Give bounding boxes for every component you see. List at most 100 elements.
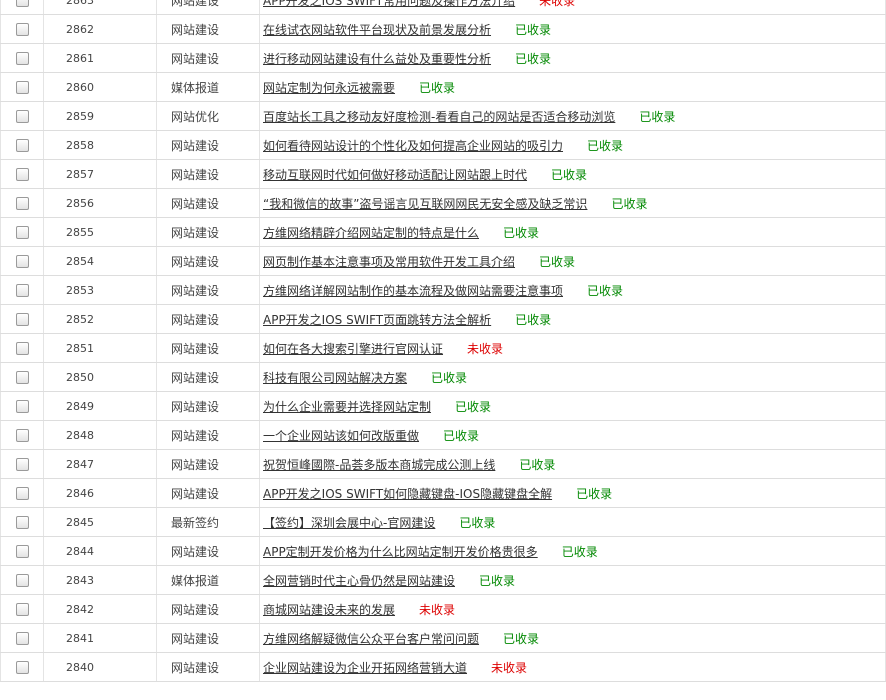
article-category: 网站建设 xyxy=(156,652,260,682)
row-checkbox[interactable] xyxy=(15,458,29,471)
index-status-badge: 已收录 xyxy=(503,631,540,646)
article-category: 网站建设 xyxy=(156,14,260,44)
table-row: 2861 网站建设 进行移动网站建设有什么益处及重要性分析 已收录 xyxy=(0,43,886,73)
title-cell: 方维网络解疑微信公众平台客户常问问题 已收录 xyxy=(259,623,886,653)
article-category: 网站建设 xyxy=(156,594,260,624)
title-cell: 祝贺恒峰國際-品荟多版本商城完成公测上线 已收录 xyxy=(259,449,886,479)
row-checkbox[interactable] xyxy=(15,632,29,645)
article-title-link[interactable]: 网站定制为何永远被需要 xyxy=(263,81,395,95)
article-category: 网站建设 xyxy=(156,159,260,189)
row-checkbox[interactable] xyxy=(15,0,29,7)
articles-table-body: 2863 网站建设 APP开发之IOS SWIFT常用问题及操作方法介绍 未收录 286… xyxy=(0,0,886,682)
row-checkbox[interactable] xyxy=(15,81,29,94)
article-id: 2847 xyxy=(43,449,157,479)
article-title-link[interactable]: APP定制开发价格为什么比网站定制开发价格贵很多 xyxy=(263,545,538,559)
title-cell: 网站定制为何永远被需要 已收录 xyxy=(259,72,886,102)
article-id: 2845 xyxy=(43,507,157,537)
row-checkbox[interactable] xyxy=(15,400,29,413)
title-cell: 【签约】深圳会展中心-官网建设 已收录 xyxy=(259,507,886,537)
index-status-badge: 已收录 xyxy=(587,138,624,153)
article-id: 2855 xyxy=(43,217,157,247)
row-checkbox[interactable] xyxy=(15,574,29,587)
article-id: 2841 xyxy=(43,623,157,653)
row-checkbox[interactable] xyxy=(15,516,29,529)
table-row: 2857 网站建设 移动互联网时代如何做好移动适配让网站跟上时代 已收录 xyxy=(0,159,886,189)
title-cell: APP开发之IOS SWIFT如何隐藏键盘-IOS隐藏键盘全解 已收录 xyxy=(259,478,886,508)
article-title-link[interactable]: 【签约】深圳会展中心-官网建设 xyxy=(263,516,435,530)
article-title-link[interactable]: 百度站长工具之移动友好度检测-看看自己的网站是否适合移动浏览 xyxy=(263,110,615,124)
article-category: 网站建设 xyxy=(156,391,260,421)
row-checkbox[interactable] xyxy=(15,23,29,36)
row-checkbox[interactable] xyxy=(15,255,29,268)
select-cell xyxy=(0,14,44,44)
article-id: 2844 xyxy=(43,536,157,566)
row-checkbox[interactable] xyxy=(15,371,29,384)
article-title-link[interactable]: 网页制作基本注意事项及常用软件开发工具介绍 xyxy=(263,255,515,269)
article-title-link[interactable]: 移动互联网时代如何做好移动适配让网站跟上时代 xyxy=(263,168,527,182)
table-row: 2856 网站建设 “我和微信的故事”盗号谣言见互联网网民无安全感及缺乏常识 已收录 xyxy=(0,188,886,218)
article-title-link[interactable]: “我和微信的故事”盗号谣言见互联网网民无安全感及缺乏常识 xyxy=(263,197,587,211)
article-category: 最新签约 xyxy=(156,507,260,537)
select-cell xyxy=(0,391,44,421)
row-checkbox[interactable] xyxy=(15,342,29,355)
row-checkbox[interactable] xyxy=(15,603,29,616)
article-category: 媒体报道 xyxy=(156,565,260,595)
row-checkbox[interactable] xyxy=(15,661,29,674)
article-title-link[interactable]: APP开发之IOS SWIFT如何隐藏键盘-IOS隐藏键盘全解 xyxy=(263,487,552,501)
table-row: 2850 网站建设 科技有限公司网站解决方案 已收录 xyxy=(0,362,886,392)
article-title-link[interactable]: 方维网络解疑微信公众平台客户常问问题 xyxy=(263,632,479,646)
index-status-badge: 未收录 xyxy=(539,0,576,8)
title-cell: 企业网站建设为企业开拓网络营销大道 未收录 xyxy=(259,652,886,682)
table-row: 2855 网站建设 方维网络精辟介绍网站定制的特点是什么 已收录 xyxy=(0,217,886,247)
article-category: 网站建设 xyxy=(156,362,260,392)
table-row: 2845 最新签约 【签约】深圳会展中心-官网建设 已收录 xyxy=(0,507,886,537)
article-title-link[interactable]: 方维网络精辟介绍网站定制的特点是什么 xyxy=(263,226,479,240)
article-title-link[interactable]: 一个企业网站该如何改版重做 xyxy=(263,429,419,443)
title-cell: APP开发之IOS SWIFT页面跳转方法全解析 已收录 xyxy=(259,304,886,334)
article-category: 网站建设 xyxy=(156,217,260,247)
article-title-link[interactable]: 进行移动网站建设有什么益处及重要性分析 xyxy=(263,52,491,66)
row-checkbox[interactable] xyxy=(15,487,29,500)
row-checkbox[interactable] xyxy=(15,110,29,123)
article-title-link[interactable]: 科技有限公司网站解决方案 xyxy=(263,371,407,385)
row-checkbox[interactable] xyxy=(15,284,29,297)
row-checkbox[interactable] xyxy=(15,139,29,152)
table-row: 2842 网站建设 商城网站建设未来的发展 未收录 xyxy=(0,594,886,624)
select-cell xyxy=(0,507,44,537)
article-id: 2856 xyxy=(43,188,157,218)
row-checkbox[interactable] xyxy=(15,226,29,239)
select-cell xyxy=(0,43,44,73)
article-title-link[interactable]: 方维网络详解网站制作的基本流程及做网站需要注意事项 xyxy=(263,284,563,298)
article-title-link[interactable]: 为什么企业需要并选择网站定制 xyxy=(263,400,431,414)
title-cell: 方维网络精辟介绍网站定制的特点是什么 已收录 xyxy=(259,217,886,247)
article-title-link[interactable]: APP开发之IOS SWIFT页面跳转方法全解析 xyxy=(263,313,491,327)
title-cell: 全网营销时代主心骨仍然是网站建设 已收录 xyxy=(259,565,886,595)
index-status-badge: 已收录 xyxy=(431,370,468,385)
row-checkbox[interactable] xyxy=(15,545,29,558)
index-status-badge: 已收录 xyxy=(443,428,480,443)
title-cell: 进行移动网站建设有什么益处及重要性分析 已收录 xyxy=(259,43,886,73)
article-title-link[interactable]: 企业网站建设为企业开拓网络营销大道 xyxy=(263,661,467,675)
row-checkbox[interactable] xyxy=(15,429,29,442)
article-title-link[interactable]: 在线试衣网站软件平台现状及前景发展分析 xyxy=(263,23,491,37)
index-status-badge: 已收录 xyxy=(639,109,676,124)
row-checkbox[interactable] xyxy=(15,197,29,210)
article-title-link[interactable]: 全网营销时代主心骨仍然是网站建设 xyxy=(263,574,455,588)
row-checkbox[interactable] xyxy=(15,313,29,326)
article-id: 2861 xyxy=(43,43,157,73)
article-title-link[interactable]: 如何在各大搜索引擎进行官网认证 xyxy=(263,342,443,356)
article-id: 2840 xyxy=(43,652,157,682)
article-title-link[interactable]: 祝贺恒峰國際-品荟多版本商城完成公测上线 xyxy=(263,458,495,472)
select-cell xyxy=(0,159,44,189)
row-checkbox[interactable] xyxy=(15,168,29,181)
article-title-link[interactable]: APP开发之IOS SWIFT常用问题及操作方法介绍 xyxy=(263,0,515,8)
article-title-link[interactable]: 如何看待网站设计的个性化及如何提高企业网站的吸引力 xyxy=(263,139,563,153)
index-status-badge: 已收录 xyxy=(576,486,613,501)
select-cell xyxy=(0,0,44,15)
table-row: 2851 网站建设 如何在各大搜索引擎进行官网认证 未收录 xyxy=(0,333,886,363)
row-checkbox[interactable] xyxy=(15,52,29,65)
article-title-link[interactable]: 商城网站建设未来的发展 xyxy=(263,603,395,617)
index-status-badge: 已收录 xyxy=(519,457,556,472)
article-id: 2851 xyxy=(43,333,157,363)
article-id: 2862 xyxy=(43,14,157,44)
